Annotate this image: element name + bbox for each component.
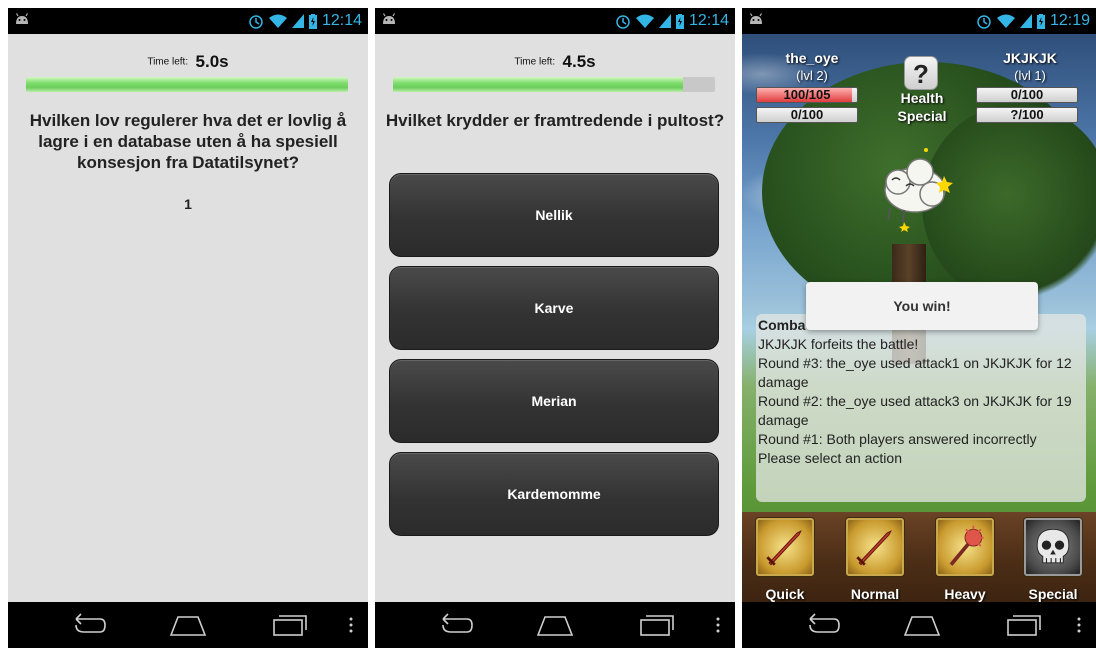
player1-health-bar: 100/105 xyxy=(756,87,858,103)
action-label: Heavy xyxy=(944,586,986,602)
win-dialog[interactable]: You win! xyxy=(806,282,1038,330)
phone-screen-question: 12:14 Time left: 5.0s Hvilken lov regule… xyxy=(8,8,368,648)
player1-health-value: 100/105 xyxy=(783,87,831,102)
back-icon[interactable] xyxy=(802,613,842,637)
battle-scene: the_oye (lvl 2) 100/105 0/100 ? Health S… xyxy=(742,34,1096,602)
wifi-icon xyxy=(268,14,287,28)
action-label: Normal xyxy=(850,586,900,602)
status-bar: 12:19 xyxy=(742,8,1096,34)
time-progress-fill xyxy=(26,77,348,92)
mace-icon xyxy=(936,518,994,576)
signal-icon xyxy=(1019,14,1032,28)
wifi-icon xyxy=(996,14,1015,28)
home-icon[interactable] xyxy=(168,613,208,637)
timer: Time left: 5.0s xyxy=(8,52,368,72)
combat-log: Comba JKJKJK forfeits the battle! Round … xyxy=(756,314,1086,502)
player1-special-bar: 0/100 xyxy=(756,107,858,123)
home-icon[interactable] xyxy=(902,613,942,637)
timer-label: Time left: xyxy=(147,56,189,68)
alarm-icon xyxy=(616,15,630,29)
battery-icon xyxy=(675,13,684,29)
navigation-bar xyxy=(742,602,1096,648)
player2-special-bar: ?/100 xyxy=(976,107,1078,123)
player2-health-value: 0/100 xyxy=(1010,87,1044,102)
signal-icon xyxy=(291,14,304,28)
time-progress-bar xyxy=(393,77,715,92)
player2-name: JKJKJK xyxy=(1003,50,1057,66)
action-special-button[interactable]: Special xyxy=(1018,518,1088,602)
battery-icon xyxy=(1036,13,1045,29)
menu-icon[interactable] xyxy=(1076,613,1082,637)
android-notification-icon xyxy=(749,13,763,24)
wifi-icon xyxy=(635,14,654,28)
menu-icon[interactable] xyxy=(715,613,721,637)
alarm-icon xyxy=(977,15,991,29)
action-heavy-button[interactable]: Heavy xyxy=(930,518,1000,602)
back-icon[interactable] xyxy=(68,613,108,637)
clock: 12:14 xyxy=(688,12,729,29)
time-progress-fill xyxy=(393,77,683,92)
phone-screen-battle: 12:19 the_oye (lvl 2) 100/105 0/100 ? He… xyxy=(742,8,1096,648)
question-content: Time left: 5.0s Hvilken lov regulerer hv… xyxy=(8,34,368,602)
recents-icon[interactable] xyxy=(1004,613,1044,637)
back-icon[interactable] xyxy=(435,613,475,637)
player2-level: (lvl 1) xyxy=(1014,68,1046,83)
question-text: Hvilken lov regulerer hva det er lovlig … xyxy=(29,111,347,172)
home-icon[interactable] xyxy=(535,613,575,637)
health-label: Health xyxy=(900,90,944,106)
answer-button-4[interactable]: Kardemomme xyxy=(389,452,719,536)
navigation-bar xyxy=(375,602,735,648)
answer-button-2[interactable]: Karve xyxy=(389,266,719,350)
player1-level: (lvl 2) xyxy=(796,68,828,83)
alarm-icon xyxy=(249,15,263,29)
log-line: JKJKJK forfeits the battle! xyxy=(758,336,919,352)
clock: 12:19 xyxy=(1049,12,1090,29)
recents-icon[interactable] xyxy=(637,613,677,637)
action-label: Special xyxy=(1028,586,1078,602)
signal-icon xyxy=(658,14,671,28)
android-notification-icon xyxy=(15,13,29,24)
player1-name: the_oye xyxy=(785,50,839,66)
navigation-bar xyxy=(8,602,368,648)
action-label: Quick xyxy=(765,586,805,602)
sword-icon xyxy=(846,518,904,576)
player2-health-bar: 0/100 xyxy=(976,87,1078,103)
battery-icon xyxy=(308,13,317,29)
answer-button-1[interactable]: Nellik xyxy=(389,173,719,257)
action-quick-button[interactable]: Quick xyxy=(750,518,820,602)
phone-screen-multiple-choice: 12:14 Time left: 4.5s Hvilket krydder er… xyxy=(375,8,735,648)
player2-special-value: ?/100 xyxy=(1010,107,1044,122)
player1-special-value: 0/100 xyxy=(790,107,824,122)
question-mark-icon[interactable]: ? xyxy=(904,56,938,90)
menu-icon[interactable] xyxy=(348,613,354,637)
question-text: Hvilket krydder er framtredende i pultos… xyxy=(385,111,725,130)
timer-value: 4.5s xyxy=(562,52,596,71)
timer-label: Time left: xyxy=(514,56,556,68)
time-progress-bar xyxy=(26,77,348,92)
clock: 12:14 xyxy=(321,12,362,29)
log-line: Round #1: Both players answered incorrec… xyxy=(758,431,1037,447)
answer-button-3[interactable]: Merian xyxy=(389,359,719,443)
status-bar: 12:14 xyxy=(8,8,368,34)
skull-icon xyxy=(1024,518,1082,576)
log-line: Round #3: the_oye used attack1 on JKJKJK… xyxy=(758,355,1072,390)
log-line: Round #2: the_oye used attack3 on JKJKJK… xyxy=(758,393,1072,428)
status-bar: 12:14 xyxy=(375,8,735,34)
question-content: Time left: 4.5s Hvilket krydder er framt… xyxy=(375,34,735,602)
special-label: Special xyxy=(897,108,947,124)
android-notification-icon xyxy=(382,13,396,24)
answer-value: 1 xyxy=(184,196,192,212)
action-bar: Quick Normal Heavy Special xyxy=(742,512,1096,602)
log-line: Please select an action xyxy=(758,450,902,466)
timer-value: 5.0s xyxy=(195,52,229,71)
sheep-character-icon xyxy=(884,148,953,232)
recents-icon[interactable] xyxy=(270,613,310,637)
sword-icon xyxy=(756,518,814,576)
action-normal-button[interactable]: Normal xyxy=(840,518,910,602)
timer: Time left: 4.5s xyxy=(375,52,735,72)
